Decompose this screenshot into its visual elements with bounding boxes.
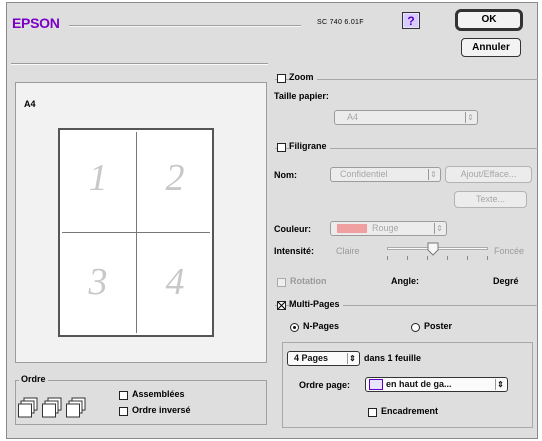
cancel-button[interactable]: Annuler — [461, 38, 521, 57]
assembled-checkbox[interactable] — [119, 391, 128, 400]
reverse-order-label: Ordre inversé — [132, 405, 191, 415]
page-order-icon — [369, 379, 383, 390]
rotation-checkbox[interactable] — [277, 278, 286, 287]
page-number-1: 1 — [88, 157, 108, 199]
degree-label: Degré — [493, 276, 519, 286]
page-order-value: en haut de ga... — [386, 379, 452, 389]
slider-thumb-icon — [427, 242, 439, 256]
svg-text:?: ? — [407, 14, 414, 28]
angle-label: Angle: — [391, 276, 419, 286]
npages-radio[interactable] — [290, 323, 299, 332]
brand-underline-shadow — [69, 26, 301, 27]
text-button[interactable]: Texte... — [454, 191, 527, 208]
slider-ticks — [387, 256, 488, 260]
preview-paper-label: A4 — [24, 99, 36, 109]
color-popup[interactable]: Rouge ⇕ — [330, 221, 447, 236]
preview-sheet: 1 2 3 4 — [58, 128, 214, 337]
paper-size-value: A4 — [347, 112, 359, 122]
popup-arrow-icon: ⇕ — [347, 353, 357, 364]
frame-checkbox[interactable] — [368, 408, 377, 417]
pages-per-sheet-popup[interactable]: 4 Pages ⇕ — [287, 351, 360, 366]
npages-label: N-Pages — [303, 321, 340, 331]
cancel-button-label: Annuler — [472, 42, 510, 53]
model-version: SC 740 6.01F — [317, 19, 364, 26]
intensity-label: Intensité: — [274, 246, 315, 256]
print-settings-dialog: EPSON SC 740 6.01F ? OK Annuler A4 1 2 3… — [6, 2, 538, 439]
page-number-4: 4 — [165, 261, 185, 303]
multipages-checkbox[interactable] — [277, 301, 286, 310]
zoom-label: Zoom — [289, 72, 317, 82]
checkmark-icon — [277, 301, 286, 310]
help-button[interactable]: ? — [402, 12, 420, 29]
zoom-checkbox[interactable] — [277, 74, 286, 83]
ok-button-label: OK — [481, 14, 497, 25]
color-label: Couleur: — [274, 224, 311, 234]
page-number-3: 3 — [88, 261, 108, 303]
question-mark-icon: ? — [404, 14, 418, 28]
popup-arrow-icon: ⇕ — [434, 223, 444, 234]
watermark-label: Filigrane — [289, 141, 330, 151]
popup-arrow-icon: ⇕ — [465, 112, 475, 123]
color-swatch — [337, 224, 367, 233]
radio-dot — [293, 326, 296, 329]
order-group-title: Ordre — [19, 374, 48, 384]
color-value: Rouge — [372, 223, 399, 233]
watermark-checkbox[interactable] — [277, 143, 286, 152]
poster-radio[interactable] — [411, 323, 420, 332]
paper-size-popup[interactable]: A4 ⇕ — [334, 110, 478, 125]
poster-label: Poster — [424, 321, 453, 331]
assembled-label: Assemblées — [132, 389, 185, 399]
header-divider-highlight — [11, 64, 268, 65]
watermark-name-value: Confidentiel — [340, 169, 388, 179]
watermark-name-label: Nom: — [274, 170, 297, 180]
intensity-slider[interactable] — [387, 242, 488, 262]
page-number-2: 2 — [165, 157, 185, 199]
reverse-order-checkbox[interactable] — [119, 407, 128, 416]
epson-logo: EPSON — [12, 15, 60, 31]
page-stack-icon — [18, 397, 86, 418]
watermark-name-popup[interactable]: Confidentiel ⇕ — [330, 167, 441, 182]
popup-arrow-icon: ⇕ — [495, 379, 505, 390]
popup-arrow-icon: ⇕ — [428, 169, 438, 180]
multipages-label: Multi-Pages — [289, 299, 343, 309]
intensity-light-label: Claire — [336, 246, 360, 256]
intensity-dark-label: Foncée — [494, 246, 525, 256]
pages-per-sheet-value: 4 Pages — [294, 353, 329, 363]
rotation-label: Rotation — [290, 276, 327, 286]
add-delete-label: Ajout/Efface... — [460, 169, 517, 179]
page-order-label: Ordre page: — [299, 380, 351, 390]
per-sheet-label: dans 1 feuille — [364, 353, 422, 363]
frame-label: Encadrement — [381, 406, 439, 416]
add-delete-button[interactable]: Ajout/Efface... — [445, 166, 532, 183]
paper-size-label: Taille papier: — [274, 91, 329, 101]
page-order-popup[interactable]: en haut de ga... ⇕ — [365, 377, 508, 392]
ok-button[interactable]: OK — [455, 9, 523, 31]
text-button-label: Texte... — [475, 194, 505, 204]
